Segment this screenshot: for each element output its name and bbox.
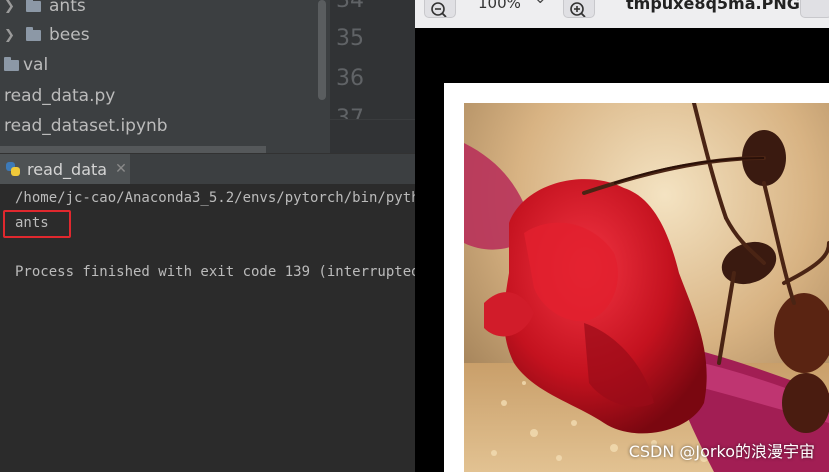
tab-read-data[interactable]: read_data ✕ bbox=[0, 154, 130, 184]
zoom-out-icon bbox=[431, 2, 447, 18]
close-icon[interactable]: ✕ bbox=[115, 161, 127, 177]
zoom-out-button[interactable] bbox=[424, 0, 456, 18]
tree-item-label: ants bbox=[49, 0, 86, 16]
zoom-in-icon bbox=[570, 2, 586, 18]
console-output[interactable]: /home/jc-cao/Anaconda3_5.2/envs/pytorch/… bbox=[0, 184, 415, 472]
tree-item-read-dataset-ipynb[interactable]: read_dataset.ipynb bbox=[4, 112, 168, 140]
window-button[interactable] bbox=[800, 0, 829, 18]
tree-item-label: read_dataset.ipynb bbox=[4, 116, 168, 136]
ide-panel: ❯ ants ❯ bees val read_data.py read_data… bbox=[0, 0, 415, 472]
image-frame bbox=[444, 83, 829, 472]
file-name: tmpuxe8q5ma.PNG bbox=[626, 0, 800, 13]
console-line: Process finished with exit code 139 (int… bbox=[15, 264, 415, 280]
console-line: /home/jc-cao/Anaconda3_5.2/envs/pytorch/… bbox=[15, 190, 415, 206]
chevron-right-icon[interactable]: ❯ bbox=[4, 0, 15, 14]
watermark: CSDN @Jorko的浪漫宇宙 bbox=[628, 442, 815, 461]
tree-item-val[interactable]: val bbox=[0, 51, 48, 79]
chevron-right-icon[interactable]: ❯ bbox=[4, 28, 15, 43]
tree-item-read-data-py[interactable]: read_data.py bbox=[4, 82, 115, 110]
tree-item-label: val bbox=[23, 55, 49, 75]
folder-icon bbox=[4, 56, 19, 71]
highlight-box bbox=[3, 210, 71, 238]
viewer-toolbar: 100% ⌄ tmpuxe8q5ma.PNG bbox=[415, 0, 829, 28]
ant-flower-photo bbox=[464, 103, 829, 472]
line-number: 35 bbox=[336, 26, 364, 51]
horizontal-scrollbar[interactable] bbox=[0, 146, 266, 153]
tree-item-label: bees bbox=[49, 25, 90, 45]
gutter-overlap bbox=[330, 120, 415, 153]
line-number: 34 bbox=[336, 0, 364, 13]
tree-item-bees[interactable]: ❯ bees bbox=[0, 21, 90, 49]
zoom-in-button[interactable] bbox=[563, 0, 595, 18]
line-number: 36 bbox=[336, 66, 364, 91]
tree-item-ants[interactable]: ❯ ants bbox=[0, 0, 86, 20]
vertical-scrollbar[interactable] bbox=[318, 0, 326, 100]
project-tree: ❯ ants ❯ bees val read_data.py read_data… bbox=[0, 0, 330, 153]
image-viewer: 100% ⌄ tmpuxe8q5ma.PNG bbox=[415, 0, 829, 472]
folder-icon bbox=[26, 0, 41, 12]
editor-gutter: 34 35 36 37 bbox=[330, 0, 415, 153]
zoom-level[interactable]: 100% bbox=[478, 0, 521, 12]
run-tab-label: read_data bbox=[27, 159, 108, 179]
chevron-down-icon[interactable]: ⌄ bbox=[534, 0, 547, 7]
folder-icon bbox=[26, 26, 41, 41]
tree-item-label: read_data.py bbox=[4, 86, 116, 106]
python-icon bbox=[5, 161, 21, 177]
run-tab-bar: read_data ✕ bbox=[0, 153, 415, 184]
